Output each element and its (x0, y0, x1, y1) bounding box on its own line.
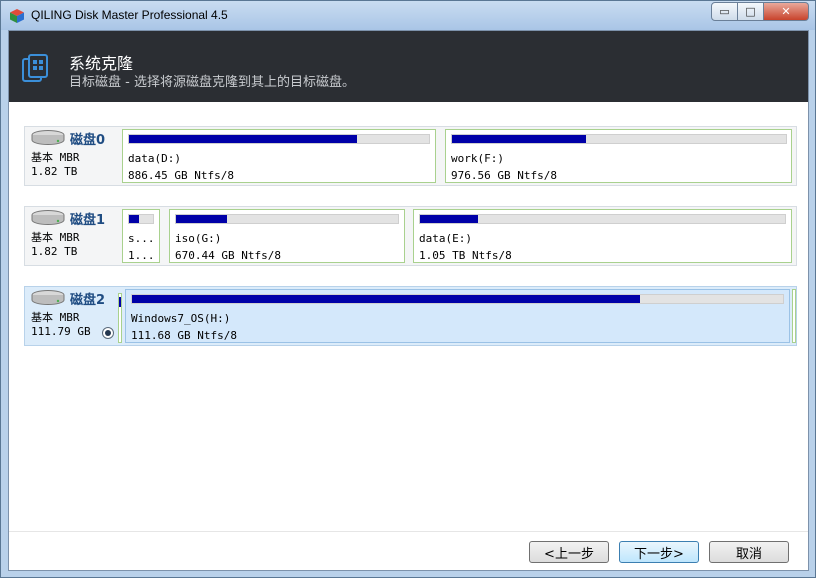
disk-name: 磁盘0 (70, 133, 106, 148)
partition-size: 1... (128, 249, 155, 262)
partition-size: 976.56 GB Ntfs/8 (451, 169, 557, 182)
minimize-button[interactable]: ▭ (711, 2, 738, 21)
close-button[interactable]: ✕ (764, 2, 809, 21)
wizard-header: 系统克隆 目标磁盘 - 选择将源磁盘克隆到其上的目标磁盘。 (9, 31, 808, 102)
partition-size: 670.44 GB Ntfs/8 (175, 249, 281, 262)
partition-label: s... (128, 232, 155, 245)
partition-label: data(D:) (128, 152, 181, 165)
page-subtitle: 目标磁盘 - 选择将源磁盘克隆到其上的目标磁盘。 (69, 75, 355, 90)
partition-label: data(E:) (419, 232, 472, 245)
hard-drive-icon (31, 210, 65, 225)
usage-fill (129, 135, 357, 143)
usage-fill (176, 215, 228, 223)
usage-fill (452, 135, 586, 143)
usage-fill (129, 215, 139, 223)
partition-system-reserved[interactable]: s... 1... (122, 209, 160, 263)
disk-size: 111.79 GB (31, 325, 91, 338)
partition-iso-g[interactable]: iso(G:) 670.44 GB Ntfs/8 (169, 209, 405, 263)
disk-info: 磁盘0 基本 MBR 1.82 TB (25, 127, 117, 185)
disk-type: 基本 MBR (31, 311, 80, 324)
usage-bar (128, 214, 154, 224)
partition-data-d[interactable]: data(D:) 886.45 GB Ntfs/8 (122, 129, 436, 183)
usage-fill (119, 297, 121, 307)
partition-label: iso(G:) (175, 232, 222, 245)
usage-bar (419, 214, 786, 224)
disk-info: 磁盘1 基本 MBR 1.82 TB (25, 207, 117, 265)
close-icon: ✕ (781, 5, 791, 18)
title-bar[interactable]: QILING Disk Master Professional 4.5 ▭ □ … (1, 1, 815, 30)
partition-work-f[interactable]: work(F:) 976.56 GB Ntfs/8 (445, 129, 792, 183)
app-window: QILING Disk Master Professional 4.5 ▭ □ … (0, 0, 816, 578)
disk-type: 基本 MBR (31, 151, 80, 164)
disk-row-2[interactable]: 磁盘2 基本 MBR 111.79 GB Windows7_OS(H:) 111… (24, 286, 797, 346)
maximize-icon: □ (745, 5, 756, 18)
hard-drive-icon (31, 130, 65, 145)
partition-right-edge (792, 289, 796, 343)
disk-name: 磁盘1 (70, 213, 106, 228)
maximize-button[interactable]: □ (738, 2, 764, 21)
disk-row-0[interactable]: 磁盘0 基本 MBR 1.82 TB data(D:) 886.45 GB Nt… (24, 126, 797, 186)
partition-data-e[interactable]: data(E:) 1.05 TB Ntfs/8 (413, 209, 792, 263)
partition-size: 1.05 TB Ntfs/8 (419, 249, 512, 262)
usage-bar (128, 134, 430, 144)
clone-disk-icon (22, 54, 48, 82)
disk-select-radio[interactable] (102, 327, 114, 339)
app-logo-icon (10, 9, 24, 23)
hard-drive-icon (31, 290, 65, 305)
cancel-button[interactable]: 取消 (709, 541, 789, 563)
usage-fill (132, 295, 640, 303)
footer-divider (9, 531, 808, 532)
partition-windows7-os-h[interactable]: Windows7_OS(H:) 111.68 GB Ntfs/8 (125, 289, 790, 343)
minimize-icon: ▭ (719, 5, 730, 18)
usage-bar (451, 134, 787, 144)
usage-bar (175, 214, 399, 224)
usage-fill (420, 215, 479, 223)
next-button[interactable]: 下一步> (619, 541, 699, 563)
partition-label: Windows7_OS(H:) (131, 312, 231, 325)
window-title: QILING Disk Master Professional 4.5 (31, 8, 228, 22)
window-controls: ▭ □ ✕ (711, 2, 809, 22)
usage-bar (131, 294, 784, 304)
disk-name: 磁盘2 (70, 293, 106, 308)
partition-size: 111.68 GB Ntfs/8 (131, 329, 237, 342)
partition-sliver[interactable] (118, 293, 122, 343)
disk-size: 1.82 TB (31, 165, 78, 178)
disk-row-1[interactable]: 磁盘1 基本 MBR 1.82 TB s... 1... iso(G:) 670… (24, 206, 797, 266)
disk-info: 磁盘2 基本 MBR 111.79 GB (25, 287, 117, 345)
wizard-body: 系统克隆 目标磁盘 - 选择将源磁盘克隆到其上的目标磁盘。 磁盘0 基本 MBR… (8, 30, 809, 571)
disk-type: 基本 MBR (31, 231, 80, 244)
disk-size: 1.82 TB (31, 245, 78, 258)
partition-size: 886.45 GB Ntfs/8 (128, 169, 234, 182)
partition-label: work(F:) (451, 152, 504, 165)
back-button[interactable]: <上一步 (529, 541, 609, 563)
